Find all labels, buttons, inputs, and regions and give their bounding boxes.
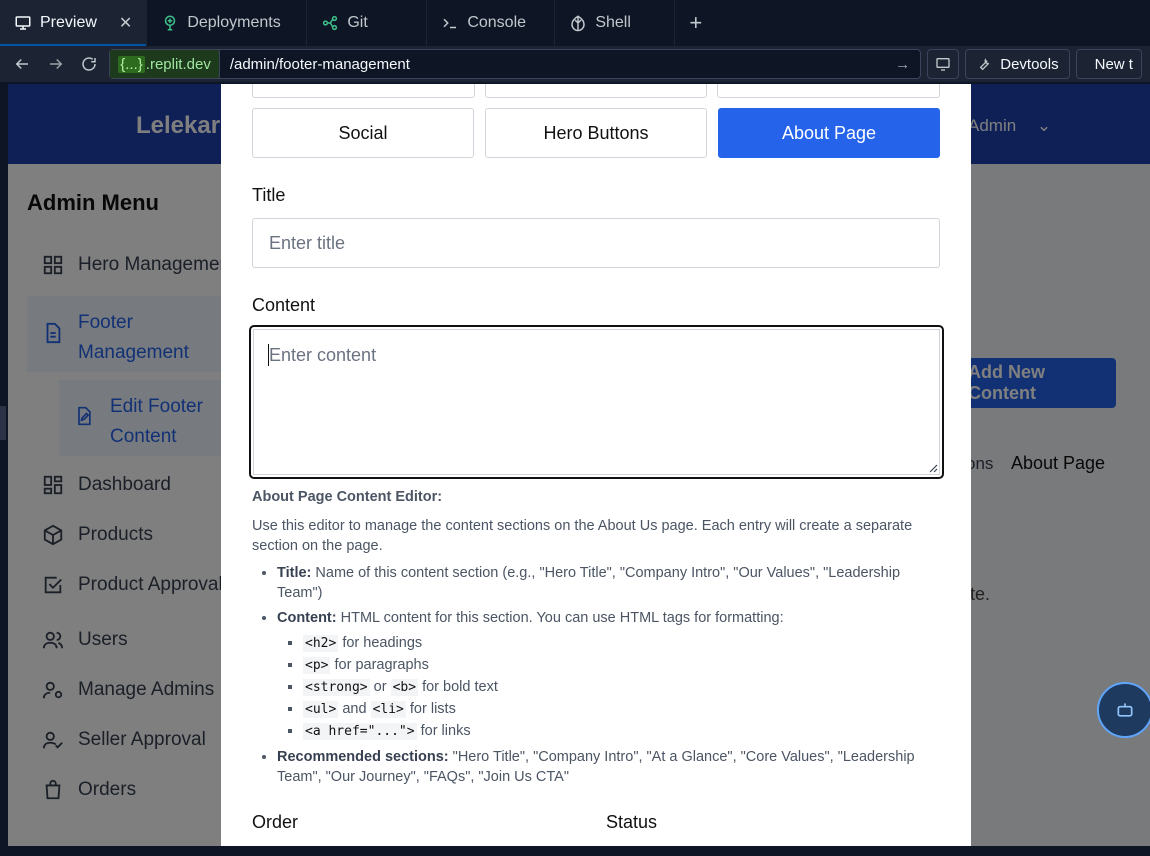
tab-deployments-label: Deployments: [187, 14, 281, 31]
help-intro: Use this editor to manage the content se…: [252, 518, 913, 554]
tag-item-strong: <strong> or <b> for bold text: [303, 677, 942, 698]
url-path: /admin/footer-management: [229, 55, 410, 73]
tag-item-p: <p> for paragraphs: [303, 655, 942, 676]
devtools-button[interactable]: Devtools: [965, 49, 1070, 79]
tag-code: <a href="...">: [303, 723, 417, 740]
tab-shell[interactable]: Shell: [555, 0, 676, 46]
deploy-icon: [161, 14, 179, 32]
git-icon: [321, 14, 339, 32]
help-term: Recommended sections:: [277, 749, 449, 765]
title-label: Title: [252, 185, 286, 205]
help-heading: About Page Content Editor:: [252, 489, 443, 505]
help-item-recommended: Recommended sections: "Hero Title", "Com…: [277, 747, 942, 787]
tag-joiner: and: [338, 701, 371, 717]
status-label: Status: [606, 812, 658, 832]
tag-code: <strong>: [303, 679, 370, 696]
forward-button[interactable]: [42, 49, 70, 79]
tag-code: <h2>: [303, 635, 339, 652]
category-tabs-row-1: [252, 84, 941, 98]
screen-button[interactable]: [927, 49, 960, 79]
help-list: Title: Name of this content section (e.g…: [252, 563, 942, 787]
arrow-left-icon: [15, 58, 28, 70]
category-tab-social[interactable]: Social: [252, 108, 474, 158]
tab-git[interactable]: Git: [307, 0, 428, 46]
close-icon[interactable]: ✕: [119, 13, 132, 33]
content-editor-modal: Social Hero Buttons About Page Title Ent…: [221, 84, 971, 846]
tag-code: <li>: [370, 701, 406, 718]
monitor-icon: [14, 14, 32, 32]
arrow-right-icon: [49, 58, 62, 70]
content-placeholder: Enter content: [269, 345, 377, 365]
screen-icon: [936, 58, 950, 71]
tab-console-label: Console: [467, 14, 527, 31]
back-button[interactable]: [8, 49, 36, 79]
devtools-label: Devtools: [1000, 55, 1059, 73]
tag-desc: for headings: [338, 635, 423, 651]
reload-button[interactable]: [76, 49, 104, 79]
tag-joiner: or: [369, 679, 391, 695]
category-tab-hidden-1[interactable]: [252, 84, 475, 98]
tab-deployments[interactable]: Deployments: [147, 0, 308, 46]
html-tag-list: <h2> for headings <p> for paragraphs <st…: [277, 633, 942, 742]
assistant-bot-button[interactable]: [1097, 682, 1150, 738]
tag-item-ul: <ul> and <li> for lists: [303, 699, 942, 720]
new-tab-button[interactable]: New t: [1075, 49, 1142, 79]
bottom-status-strip: [0, 846, 1150, 856]
tab-console[interactable]: Console: [427, 0, 556, 46]
url-host-domain: .replit.dev: [145, 55, 211, 73]
tab-preview[interactable]: Preview ✕: [0, 0, 148, 46]
url-host-brace: {...}: [118, 55, 145, 73]
side-scroll-handle[interactable]: [0, 406, 6, 440]
tab-preview-label: Preview: [40, 14, 97, 31]
title-input[interactable]: Enter title: [252, 218, 940, 268]
category-tab-hidden-2[interactable]: [484, 84, 708, 98]
open-url-icon[interactable]: →: [885, 56, 920, 73]
tag-code: <p>: [303, 657, 331, 674]
category-tab-hero-buttons[interactable]: Hero Buttons: [485, 108, 707, 158]
url-field[interactable]: {...} .replit.dev /admin/footer-managemen…: [109, 49, 922, 79]
tag-code: <b>: [390, 679, 419, 696]
bot-icon: [1117, 703, 1133, 717]
tag-item-a: <a href="..."> for links: [303, 721, 942, 742]
tab-git-label: Git: [347, 14, 368, 31]
tag-item-h2: <h2> for headings: [303, 633, 942, 654]
about-page-help: About Page Content Editor: Use this edit…: [252, 487, 942, 792]
tag-desc: for links: [416, 723, 471, 739]
category-tab-about-page[interactable]: About Page: [718, 108, 940, 158]
category-tabs-row-2: Social Hero Buttons About Page: [252, 108, 940, 158]
help-term: Content:: [277, 610, 337, 626]
order-label: Order: [252, 812, 299, 832]
help-item-title: Title: Name of this content section (e.g…: [277, 563, 942, 603]
reload-icon: [82, 57, 97, 71]
help-term: Title:: [277, 565, 312, 581]
help-item-content: Content: HTML content for this section. …: [277, 608, 942, 742]
workspace-tab-bar: Preview ✕ Deployments Git Console Shell …: [0, 0, 1150, 46]
tab-shell-label: Shell: [595, 14, 631, 31]
add-tab-button[interactable]: +: [675, 10, 716, 36]
wrench-icon: [979, 58, 990, 71]
content-textarea[interactable]: Enter content: [249, 325, 944, 479]
terminal-icon: [441, 14, 459, 32]
preview-url-bar: {...} .replit.dev /admin/footer-managemen…: [0, 46, 1150, 82]
category-tab-hidden-3[interactable]: [717, 84, 941, 98]
tag-code: <ul>: [303, 701, 339, 718]
url-host: {...} .replit.dev: [110, 50, 220, 78]
help-desc: Name of this content section (e.g., "Her…: [277, 565, 901, 601]
shell-icon: [569, 14, 587, 32]
resize-grip-icon[interactable]: [928, 463, 938, 473]
help-desc: HTML content for this section. You can u…: [336, 610, 784, 626]
new-tab-label: New t: [1094, 55, 1133, 73]
tag-desc: for bold text: [418, 679, 498, 695]
tag-desc: for lists: [405, 701, 456, 717]
content-label: Content: [252, 295, 316, 315]
tag-desc: for paragraphs: [330, 657, 429, 673]
